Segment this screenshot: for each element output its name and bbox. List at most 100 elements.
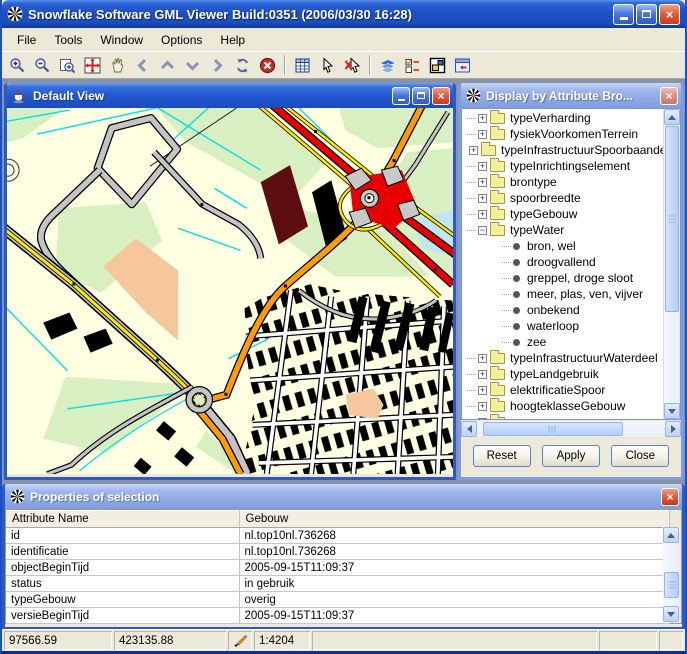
expander-icon[interactable]: − bbox=[478, 226, 487, 235]
pan-east-button[interactable] bbox=[205, 54, 230, 77]
expander-icon[interactable]: + bbox=[478, 162, 487, 171]
tree-item[interactable]: +hoogteklasseGebouw bbox=[462, 398, 663, 414]
stop-button[interactable] bbox=[255, 54, 280, 77]
overview-button[interactable] bbox=[425, 54, 450, 77]
layers-button[interactable] bbox=[375, 54, 400, 77]
reset-button[interactable]: Reset bbox=[473, 445, 531, 467]
tree-item[interactable]: bron, wel bbox=[462, 238, 663, 254]
table-row[interactable]: idnl.top10nl.736268 bbox=[6, 528, 670, 544]
tree-horizontal-scrollbar[interactable] bbox=[461, 421, 681, 437]
expander-icon[interactable]: + bbox=[478, 418, 487, 420]
scroll-up-button[interactable] bbox=[664, 109, 680, 125]
select-button[interactable] bbox=[315, 54, 340, 77]
tree-item[interactable]: onbekend bbox=[462, 302, 663, 318]
close-button[interactable]: × bbox=[659, 4, 680, 25]
tree-item[interactable]: −typeWater bbox=[462, 222, 663, 238]
tree-item[interactable]: +typeInfrastructuurWaterdeel bbox=[462, 350, 663, 366]
menu-file[interactable]: File bbox=[8, 30, 45, 50]
legend-button[interactable] bbox=[400, 54, 425, 77]
scroll-left-button[interactable] bbox=[461, 421, 477, 437]
apply-button[interactable]: Apply bbox=[542, 445, 600, 467]
zoom-out-button[interactable] bbox=[30, 54, 55, 77]
properties-vertical-scrollbar[interactable] bbox=[663, 527, 680, 622]
expander-icon[interactable]: + bbox=[478, 178, 487, 187]
expander-icon[interactable]: + bbox=[478, 386, 487, 395]
scroll-right-button[interactable] bbox=[665, 421, 681, 437]
menu-help[interactable]: Help bbox=[211, 30, 254, 50]
tree-item[interactable]: +elektrificatieSpoor bbox=[462, 382, 663, 398]
map-close-button[interactable]: × bbox=[432, 87, 450, 105]
tree-item[interactable]: + bbox=[462, 414, 663, 419]
scroll-down-button[interactable] bbox=[664, 403, 680, 419]
tree-item[interactable]: +typeLandgebruik bbox=[462, 366, 663, 382]
expander-icon[interactable]: + bbox=[478, 402, 487, 411]
table-row[interactable]: statusin gebruik bbox=[6, 576, 670, 592]
tree-item[interactable]: +typeGebouw bbox=[462, 206, 663, 222]
map-maximize-button[interactable] bbox=[412, 87, 430, 105]
expander-icon[interactable]: + bbox=[478, 114, 487, 123]
map-window-titlebar[interactable]: Default View × bbox=[7, 83, 453, 108]
attribute-browser-close-button[interactable]: × bbox=[660, 87, 678, 105]
table-cell: status bbox=[6, 576, 239, 592]
menu-tools[interactable]: Tools bbox=[45, 30, 91, 50]
new-window-button[interactable] bbox=[450, 54, 475, 77]
column-header-gebouw[interactable]: Gebouw bbox=[239, 511, 670, 528]
scroll-thumb[interactable] bbox=[664, 572, 679, 598]
tree-vertical-scrollbar[interactable] bbox=[663, 109, 680, 419]
zoom-in-button[interactable] bbox=[5, 54, 30, 77]
table-row[interactable]: typeGebouwoverig bbox=[6, 592, 670, 608]
expander-icon[interactable]: + bbox=[469, 146, 478, 155]
minimize-button[interactable] bbox=[613, 4, 634, 25]
map-minimize-button[interactable] bbox=[392, 87, 410, 105]
properties-close-button[interactable]: × bbox=[661, 488, 679, 506]
expander-icon[interactable]: + bbox=[478, 370, 487, 379]
tree-item[interactable]: +typeInrichtingselement bbox=[462, 158, 663, 174]
maximize-button[interactable] bbox=[636, 4, 657, 25]
properties-titlebar[interactable]: Properties of selection × bbox=[5, 484, 682, 509]
folder-icon bbox=[490, 369, 505, 380]
tree-item[interactable]: +fysiekVoorkomenTerrein bbox=[462, 126, 663, 142]
tree-item-label: waterloop bbox=[527, 319, 579, 333]
toolbar bbox=[2, 52, 685, 79]
table-row[interactable]: versieBeginTijd2005-09-15T11:09:37 bbox=[6, 608, 670, 624]
refresh-button[interactable] bbox=[230, 54, 255, 77]
expander-icon[interactable]: + bbox=[478, 130, 487, 139]
pan-button[interactable] bbox=[105, 54, 130, 77]
map-canvas[interactable] bbox=[7, 108, 453, 474]
main-titlebar[interactable]: Snowflake Software GML Viewer Build:0351… bbox=[2, 0, 685, 28]
tree-item[interactable]: droogvallend bbox=[462, 254, 663, 270]
attribute-browser-titlebar[interactable]: Display by Attribute Bro... × bbox=[461, 83, 681, 108]
scroll-up-button[interactable] bbox=[663, 527, 679, 543]
pan-north-button[interactable] bbox=[155, 54, 180, 77]
tree-item[interactable]: meer, plas, ven, vijver bbox=[462, 286, 663, 302]
pan-south-button[interactable] bbox=[180, 54, 205, 77]
tree-item[interactable]: waterloop bbox=[462, 318, 663, 334]
menu-options[interactable]: Options bbox=[152, 30, 211, 50]
expander-icon[interactable]: + bbox=[478, 354, 487, 363]
deselect-icon bbox=[344, 57, 361, 74]
pan-west-button[interactable] bbox=[130, 54, 155, 77]
zoom-full-extent-button[interactable] bbox=[80, 54, 105, 77]
tree-item[interactable]: zee bbox=[462, 334, 663, 350]
edit-scale-button[interactable] bbox=[228, 631, 252, 650]
scroll-thumb[interactable] bbox=[483, 422, 623, 436]
tree-item[interactable]: +spoorbreedte bbox=[462, 190, 663, 206]
table-row[interactable]: identificatienl.top10nl.736268 bbox=[6, 544, 670, 560]
menu-window[interactable]: Window bbox=[91, 30, 152, 50]
scroll-down-button[interactable] bbox=[663, 606, 679, 622]
tree-item[interactable]: greppel, droge sloot bbox=[462, 270, 663, 286]
expander-icon[interactable]: + bbox=[478, 210, 487, 219]
table-cell: typeGebouw bbox=[6, 592, 239, 608]
clear-selection-button[interactable] bbox=[340, 54, 365, 77]
column-header-attribute-name[interactable]: Attribute Name bbox=[6, 511, 239, 528]
snowflake-icon bbox=[10, 489, 25, 504]
attribute-table-button[interactable] bbox=[290, 54, 315, 77]
tree-item[interactable]: +typeVerharding bbox=[462, 110, 663, 126]
zoom-box-button[interactable] bbox=[55, 54, 80, 77]
close-button[interactable]: Close bbox=[611, 445, 669, 467]
scroll-thumb[interactable] bbox=[665, 126, 679, 312]
expander-icon[interactable]: + bbox=[478, 194, 487, 203]
tree-item[interactable]: +brontype bbox=[462, 174, 663, 190]
table-row[interactable]: objectBeginTijd2005-09-15T11:09:37 bbox=[6, 560, 670, 576]
tree-item[interactable]: +typeInfrastructuurSpoorbaandee bbox=[462, 142, 663, 158]
